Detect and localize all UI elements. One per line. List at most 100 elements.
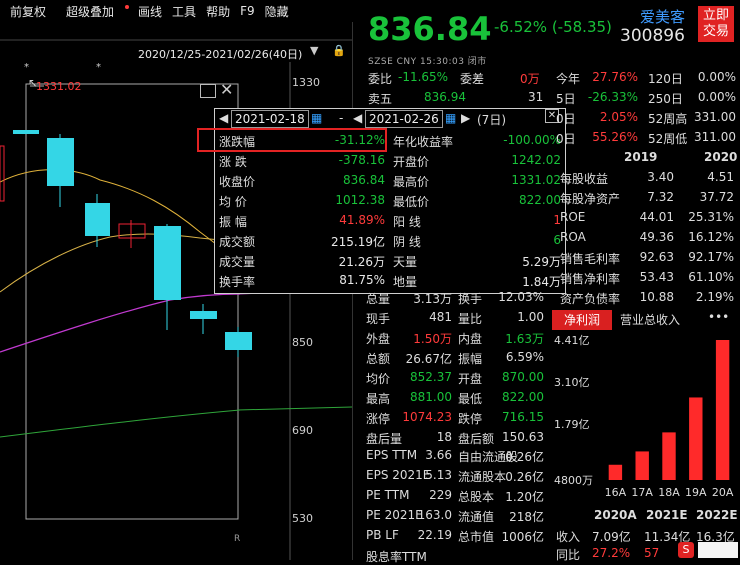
lock-icon[interactable]: 🔒 (332, 44, 346, 57)
dropdown-triangle-icon[interactable]: ▼ (310, 44, 318, 57)
fund-label: EPS TTM (366, 448, 418, 462)
highlight-box (197, 128, 387, 152)
fund-value: 22.19 (417, 528, 452, 542)
date-dash: - (339, 111, 344, 125)
menu-item-tools[interactable]: 工具 (172, 3, 196, 20)
forecast-header: 2020A (594, 508, 637, 522)
fund-label: PB LF (366, 528, 399, 542)
forecast-label: 同比 (556, 548, 581, 562)
trade-label: 内盘 (458, 332, 483, 346)
trade-value: 6.59% (505, 350, 544, 364)
x-tick-label: 20A (712, 486, 734, 499)
stat-label: 阳 线 (393, 215, 421, 229)
y-tick-label: 3.10亿 (554, 376, 590, 389)
calendar-icon[interactable]: ▦ (445, 111, 456, 125)
period-label: 250日 (648, 92, 683, 106)
notify-dot (125, 4, 130, 9)
fin-value: 37.72 (699, 190, 734, 204)
tab-net-profit[interactable]: 净利润 (552, 310, 612, 330)
menu-item-help[interactable]: 帮助 (206, 3, 230, 20)
stat-label: 振 幅 (219, 215, 247, 229)
close-icon[interactable]: ✕ (220, 80, 233, 99)
trade-button-line1: 立即 (702, 8, 729, 23)
bar (689, 397, 703, 480)
trade-now-button[interactable]: 立即 交易 (698, 6, 734, 42)
ime-toolbar[interactable] (698, 542, 738, 558)
stat-value: 1331.02 (511, 173, 561, 187)
candle (47, 138, 74, 186)
forward-arrow-icon[interactable]: ▶ (461, 111, 470, 125)
y-tick-label: 4800万 (554, 474, 593, 487)
period-label: 0日 (556, 132, 576, 146)
year-header: 2019 (624, 150, 658, 164)
stat-label: 均 价 (219, 195, 247, 209)
trade-label: 振幅 (458, 352, 483, 366)
candle (190, 311, 217, 319)
ma-line-magenta (0, 293, 241, 353)
stat-value: 1012.38 (335, 193, 385, 207)
forecast-header: 2021E (646, 508, 688, 522)
stat-value: 21.26万 (338, 255, 385, 269)
x-tick-label: 19A (685, 486, 707, 499)
date-range-label: 2020/12/25-2021/02/26(40日) (138, 48, 303, 61)
stat-label: 地量 (393, 275, 418, 289)
fin-label: 资产负债率 (560, 292, 621, 306)
stat-value: 81.75% (339, 273, 385, 287)
period-label: 5日 (556, 92, 576, 106)
stat-label: 天量 (393, 255, 418, 269)
stock-name[interactable]: 爱美客 (640, 6, 685, 27)
fin-value: 92.63 (639, 250, 674, 264)
trade-label: 最高 (366, 392, 391, 406)
fin-value: 49.36 (639, 230, 674, 244)
tab-revenue[interactable]: 营业总收入 (612, 310, 688, 330)
trade-value: 822.00 (502, 390, 544, 404)
fund-value: 163.0 (417, 508, 452, 522)
menu-item-draw[interactable]: 画线 (138, 3, 162, 20)
next-date-arrow-icon[interactable]: ◀ (353, 111, 362, 125)
order-book-label: 卖五 (368, 92, 393, 106)
start-date-input[interactable]: 2021-02-18 (231, 110, 309, 128)
trade-label: 涨停 (366, 412, 391, 426)
fin-label: 销售毛利率 (560, 252, 621, 266)
period-label: 52周高 (648, 112, 688, 126)
high-marker: 1331.02 (36, 80, 82, 93)
ma-line-yellow (0, 169, 241, 263)
menu-item-adjust[interactable]: 前复权 (10, 3, 46, 20)
period-value: 0.00% (697, 70, 736, 84)
stat-value: 215.19亿 (331, 235, 385, 249)
price-axis-label: 1330 (292, 76, 320, 89)
trade-label: 总额 (366, 352, 391, 366)
period-value: 0.00% (697, 90, 736, 104)
corner-mark: R (234, 534, 241, 544)
trade-label: 开盘 (458, 372, 483, 386)
order-book-value: -11.65% (398, 70, 449, 84)
price-axis-label: 690 (292, 424, 313, 437)
menu-item-overlay[interactable]: 超级叠加 (56, 3, 130, 20)
fund-value: 229 (429, 488, 452, 502)
stat-value: 1242.02 (511, 153, 561, 167)
prev-date-arrow-icon[interactable]: ◀ (219, 111, 228, 125)
menu-item-hide[interactable]: 隐藏 (265, 3, 289, 20)
forecast-value: 7.09亿 (592, 530, 631, 544)
x-tick-label: 17A (631, 486, 653, 499)
trade-value: 1.63万 (505, 332, 544, 346)
fund-label: PE TTM (366, 488, 410, 502)
more-icon[interactable]: ••• (708, 310, 729, 324)
calendar-icon[interactable]: ▦ (311, 111, 322, 125)
fund-value: 218亿 (509, 510, 544, 524)
end-date-input[interactable]: 2021-02-26 (365, 110, 443, 128)
stat-value: 5.29万 (522, 255, 561, 269)
fund-value: 5.13 (425, 468, 452, 482)
trade-value: 716.15 (502, 410, 544, 424)
period-value: 331.00 (694, 110, 736, 124)
trade-value: 1.50万 (413, 332, 452, 346)
fin-label: 销售净利率 (560, 272, 621, 286)
ime-icon[interactable]: S (678, 542, 694, 558)
restore-icon[interactable] (200, 84, 216, 98)
trade-value: 870.00 (502, 370, 544, 384)
fin-value: 3.40 (647, 170, 674, 184)
trade-button-line2: 交易 (702, 24, 729, 39)
order-book-value: 31 (528, 90, 544, 104)
menu-item-f9[interactable]: F9 (240, 4, 255, 18)
fin-label: 每股收益 (560, 172, 609, 186)
